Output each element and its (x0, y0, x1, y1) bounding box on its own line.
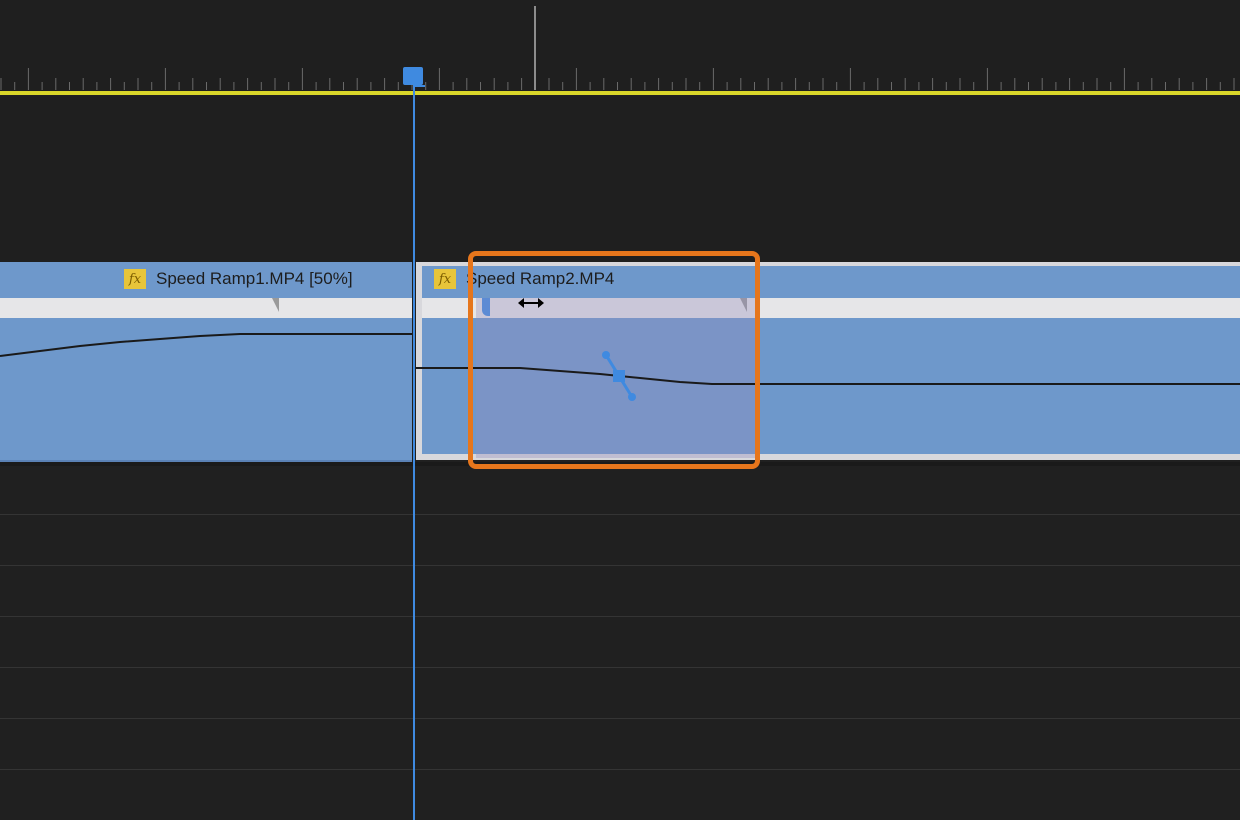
fx-badge-icon[interactable]: fx (124, 269, 146, 289)
track-divider (0, 718, 1240, 719)
track-divider (0, 565, 1240, 566)
track-divider (0, 769, 1240, 770)
clip1-name: Speed Ramp1.MP4 [50%] (156, 269, 353, 288)
highlight-box (468, 251, 760, 469)
track-divider (0, 667, 1240, 668)
clip1-header: fx Speed Ramp1.MP4 [50%] (124, 268, 353, 290)
fx-badge-icon[interactable]: fx (434, 269, 456, 289)
empty-video-track (0, 96, 1240, 262)
work-area-bar[interactable] (0, 91, 1240, 95)
time-ruler[interactable] (0, 0, 1240, 92)
clip1-speed-line[interactable] (0, 333, 412, 357)
ruler-tick-marker (534, 6, 536, 90)
track-divider (0, 616, 1240, 617)
ruler-ticks (0, 68, 1235, 90)
track-divider (0, 514, 1240, 515)
playhead-handle-icon[interactable] (403, 67, 425, 87)
playhead-line[interactable] (413, 72, 415, 820)
horizontal-resize-cursor-icon (518, 298, 544, 308)
